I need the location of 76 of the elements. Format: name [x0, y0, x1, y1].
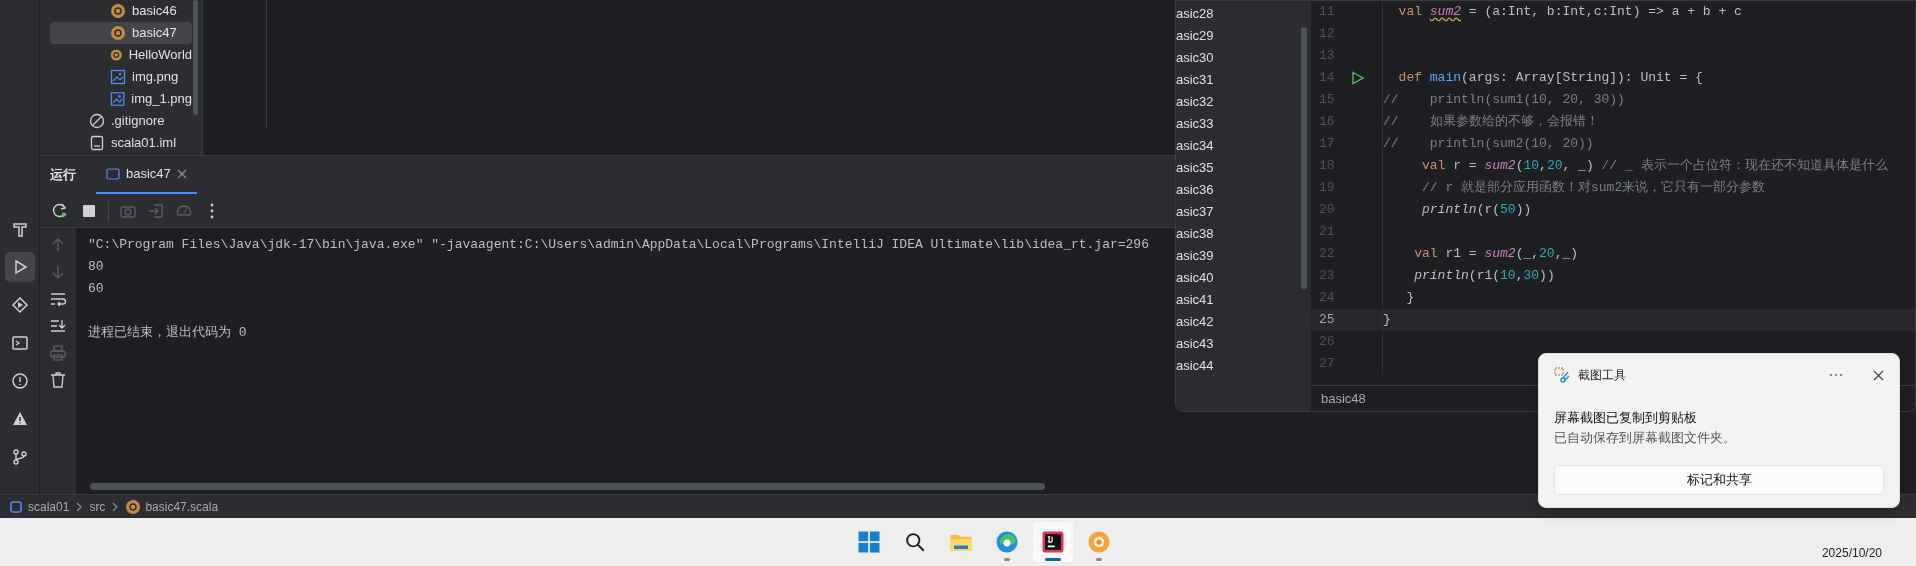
- breadcrumb[interactable]: src: [89, 497, 106, 516]
- tree-item[interactable]: asic37: [1176, 201, 1311, 223]
- tree-item[interactable]: asic43: [1176, 333, 1311, 355]
- tree-item[interactable]: asic28: [1176, 3, 1311, 25]
- app-name: 截图工具: [1578, 367, 1626, 384]
- scala-object-icon: [110, 47, 123, 63]
- code-line: // r 就是部分应用函数！对sum2来说，它只有一部分参数: [1382, 177, 1766, 199]
- code-line: val r1 = sum2(_,20,_): [1382, 243, 1579, 265]
- tree-item[interactable]: img.png: [50, 66, 192, 88]
- close-icon[interactable]: [1873, 369, 1884, 381]
- code-line: val sum2 = (a:Int, b:Int,c:Int) => a + b + c: [1382, 1, 1742, 23]
- branch-icon: [10, 448, 29, 466]
- tree-item[interactable]: basic46: [50, 0, 192, 22]
- notification-body: 已自动保存到屏幕截图文件夹。: [1554, 428, 1737, 447]
- breadcrumb[interactable]: basic47.scala: [125, 497, 219, 516]
- tree-item[interactable]: HelloWorld: [50, 44, 192, 66]
- close-icon[interactable]: [176, 169, 187, 179]
- code-line: }: [1382, 309, 1391, 331]
- tree-item[interactable]: asic35: [1176, 157, 1311, 179]
- soft-wrap-icon[interactable]: [49, 290, 67, 308]
- exit-message: 进程已结束，退出代码为 0: [88, 324, 247, 342]
- console-icon: [106, 167, 120, 181]
- code-line: println(r(50)): [1382, 199, 1532, 221]
- run-icon[interactable]: [1351, 71, 1365, 85]
- tree-item[interactable]: img_1.png: [50, 88, 192, 110]
- panel-title: 运行: [50, 166, 76, 185]
- date-text: 2025/10/20: [1821, 545, 1882, 562]
- image-file-icon: [110, 69, 126, 85]
- tree-item[interactable]: asic39: [1176, 245, 1311, 267]
- tree-item[interactable]: asic44: [1176, 355, 1311, 377]
- tree-item[interactable]: asic34: [1176, 135, 1311, 157]
- terminal-icon: [10, 334, 29, 352]
- run-tool-button[interactable]: [4, 252, 35, 282]
- module-file-icon: [89, 135, 105, 151]
- chevron-right-icon: [75, 501, 84, 512]
- tree-item[interactable]: scala01.iml: [50, 132, 192, 154]
- tree-item[interactable]: basic47: [50, 22, 192, 44]
- scala-object-icon: [110, 25, 126, 41]
- tree-item[interactable]: asic32: [1176, 91, 1311, 113]
- tree-item[interactable]: .gitignore: [50, 110, 192, 132]
- image-file-icon: [110, 91, 126, 107]
- code-line: def main(args: Array[String]): Unit = {: [1382, 67, 1703, 89]
- tree-item[interactable]: asic41: [1176, 289, 1311, 311]
- breadcrumb[interactable]: scala01: [8, 497, 70, 516]
- tree-item[interactable]: asic31: [1176, 69, 1311, 91]
- code-line: // println(sum1(10, 20, 30)): [1382, 89, 1625, 111]
- scissors-icon: [1554, 367, 1570, 383]
- hammer-icon: [10, 220, 29, 238]
- status-text: basic48: [1320, 390, 1366, 408]
- line-number: 25: [1318, 311, 1336, 330]
- tree-item[interactable]: asic30: [1176, 47, 1311, 69]
- trash-icon[interactable]: [49, 371, 67, 389]
- tree-item[interactable]: asic42: [1176, 311, 1311, 333]
- scroll-to-end-icon[interactable]: [49, 317, 67, 335]
- tree-item[interactable]: asic36: [1176, 179, 1311, 201]
- tree-item[interactable]: asic33: [1176, 113, 1311, 135]
- ignored-file-icon: [89, 113, 105, 129]
- tree-item[interactable]: asic38: [1176, 223, 1311, 245]
- command-line: "C:\Program Files\Java\jdk-17\bin\java.exe" "-javaagent:C:\Users\admin\AppData\Local\Programs\IntelliJ IDEA Ultimate\lib\idea_rt.jar=296: [88, 236, 1149, 254]
- mark-and-share-button[interactable]: 标记和共享: [1554, 465, 1884, 495]
- module-icon: [8, 498, 24, 515]
- output-line: 60: [88, 280, 104, 298]
- chevron-right-icon: [111, 501, 120, 512]
- scala-object-icon: [110, 3, 126, 19]
- warning-icon: [10, 410, 29, 428]
- problems-icon: [10, 372, 29, 390]
- taskbar-app[interactable]: [1033, 522, 1073, 562]
- tree-item[interactable]: asic40: [1176, 267, 1311, 289]
- tree-item[interactable]: asic29: [1176, 25, 1311, 47]
- scala-object-icon: [125, 498, 142, 515]
- code-line: // println(sum2(10, 20)): [1382, 133, 1594, 155]
- code-line: // 如果参数给的不够，会报错！: [1382, 111, 1599, 133]
- services-icon: [10, 296, 29, 314]
- output-line: 80: [88, 258, 104, 276]
- notification-title: 屏幕截图已复制到剪贴板: [1554, 409, 1698, 427]
- code-line: println(r1(10,30)): [1382, 265, 1555, 287]
